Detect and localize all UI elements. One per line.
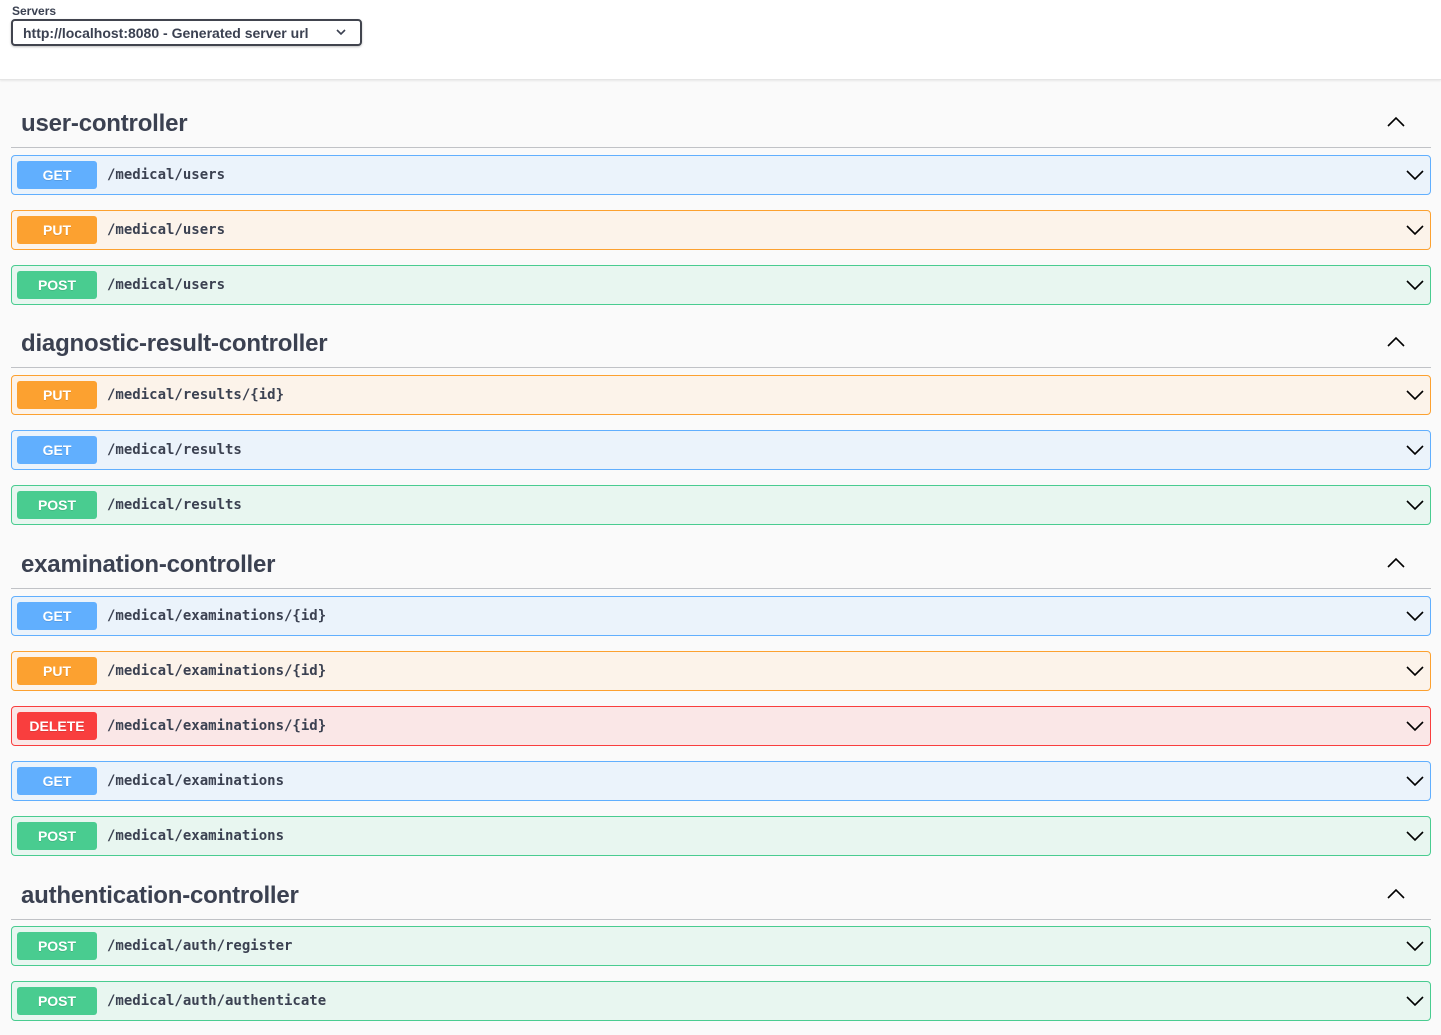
chevron-up-icon[interactable] [1387,116,1405,128]
method-badge: PUT [17,657,97,685]
chevron-down-icon [336,29,346,36]
servers-label: Servers [12,4,57,18]
operation-put-result-by-id[interactable]: PUT /medical/results/{id} [11,375,1431,415]
operation-path: /medical/auth/register [107,938,293,954]
chevron-down-icon[interactable] [1406,279,1424,291]
operation-path: /medical/users [107,167,226,183]
method-badge: GET [17,602,97,630]
operation-path: /medical/results/{id} [107,387,285,403]
tag-user-controller[interactable]: user-controller [11,104,1431,148]
method-badge: PUT [17,381,97,409]
operation-post-auth-authenticate[interactable]: POST /medical/auth/authenticate [11,981,1431,1021]
servers-bar: Servers http://localhost:8080 - Generate… [0,0,1441,80]
operation-get-results[interactable]: GET /medical/results [11,430,1431,470]
operation-path: /medical/examinations/{id} [107,608,327,624]
tag-title: examination-controller [21,551,276,578]
method-badge: POST [17,491,97,519]
tag-title: user-controller [21,110,188,137]
method-badge: GET [17,436,97,464]
operation-path: /medical/results [107,442,242,458]
tag-examination-controller[interactable]: examination-controller [11,545,1431,589]
chevron-down-icon[interactable] [1406,169,1424,181]
chevron-down-icon[interactable] [1406,389,1424,401]
servers-select[interactable]: http://localhost:8080 - Generated server… [11,19,362,46]
chevron-down-icon[interactable] [1406,720,1424,732]
operation-post-results[interactable]: POST /medical/results [11,485,1431,525]
method-badge: PUT [17,216,97,244]
chevron-down-icon[interactable] [1406,444,1424,456]
chevron-up-icon[interactable] [1387,557,1405,569]
chevron-down-icon[interactable] [1406,775,1424,787]
operation-path: /medical/examinations [107,828,285,844]
chevron-down-icon[interactable] [1406,940,1424,952]
chevron-down-icon[interactable] [1406,830,1424,842]
method-badge: POST [17,271,97,299]
tag-title: diagnostic-result-controller [21,330,328,357]
operation-path: /medical/users [107,222,226,238]
operation-get-examinations[interactable]: GET /medical/examinations [11,761,1431,801]
chevron-down-icon[interactable] [1406,499,1424,511]
servers-selected-value: http://localhost:8080 - Generated server… [23,24,309,41]
chevron-up-icon[interactable] [1387,888,1405,900]
chevron-down-icon[interactable] [1406,995,1424,1007]
operation-get-examination-by-id[interactable]: GET /medical/examinations/{id} [11,596,1431,636]
chevron-up-icon[interactable] [1387,336,1405,348]
operation-put-examination-by-id[interactable]: PUT /medical/examinations/{id} [11,651,1431,691]
tag-title: authentication-controller [21,882,299,909]
operation-path: /medical/examinations [107,773,285,789]
operation-path: /medical/auth/authenticate [107,993,327,1009]
tag-authentication-controller[interactable]: authentication-controller [11,876,1431,920]
chevron-down-icon[interactable] [1406,224,1424,236]
method-badge: DELETE [17,712,97,740]
operation-post-auth-register[interactable]: POST /medical/auth/register [11,926,1431,966]
operation-get-users[interactable]: GET /medical/users [11,155,1431,195]
method-badge: GET [17,161,97,189]
operation-delete-examination-by-id[interactable]: DELETE /medical/examinations/{id} [11,706,1431,746]
tag-diagnostic-result-controller[interactable]: diagnostic-result-controller [11,324,1431,368]
chevron-down-icon[interactable] [1406,610,1424,622]
operation-post-users[interactable]: POST /medical/users [11,265,1431,305]
operation-post-examinations[interactable]: POST /medical/examinations [11,816,1431,856]
operation-path: /medical/users [107,277,226,293]
method-badge: POST [17,987,97,1015]
method-badge: POST [17,932,97,960]
operation-put-users[interactable]: PUT /medical/users [11,210,1431,250]
chevron-down-icon[interactable] [1406,665,1424,677]
method-badge: GET [17,767,97,795]
operation-path: /medical/examinations/{id} [107,663,327,679]
operation-path: /medical/examinations/{id} [107,718,327,734]
operation-path: /medical/results [107,497,242,513]
method-badge: POST [17,822,97,850]
